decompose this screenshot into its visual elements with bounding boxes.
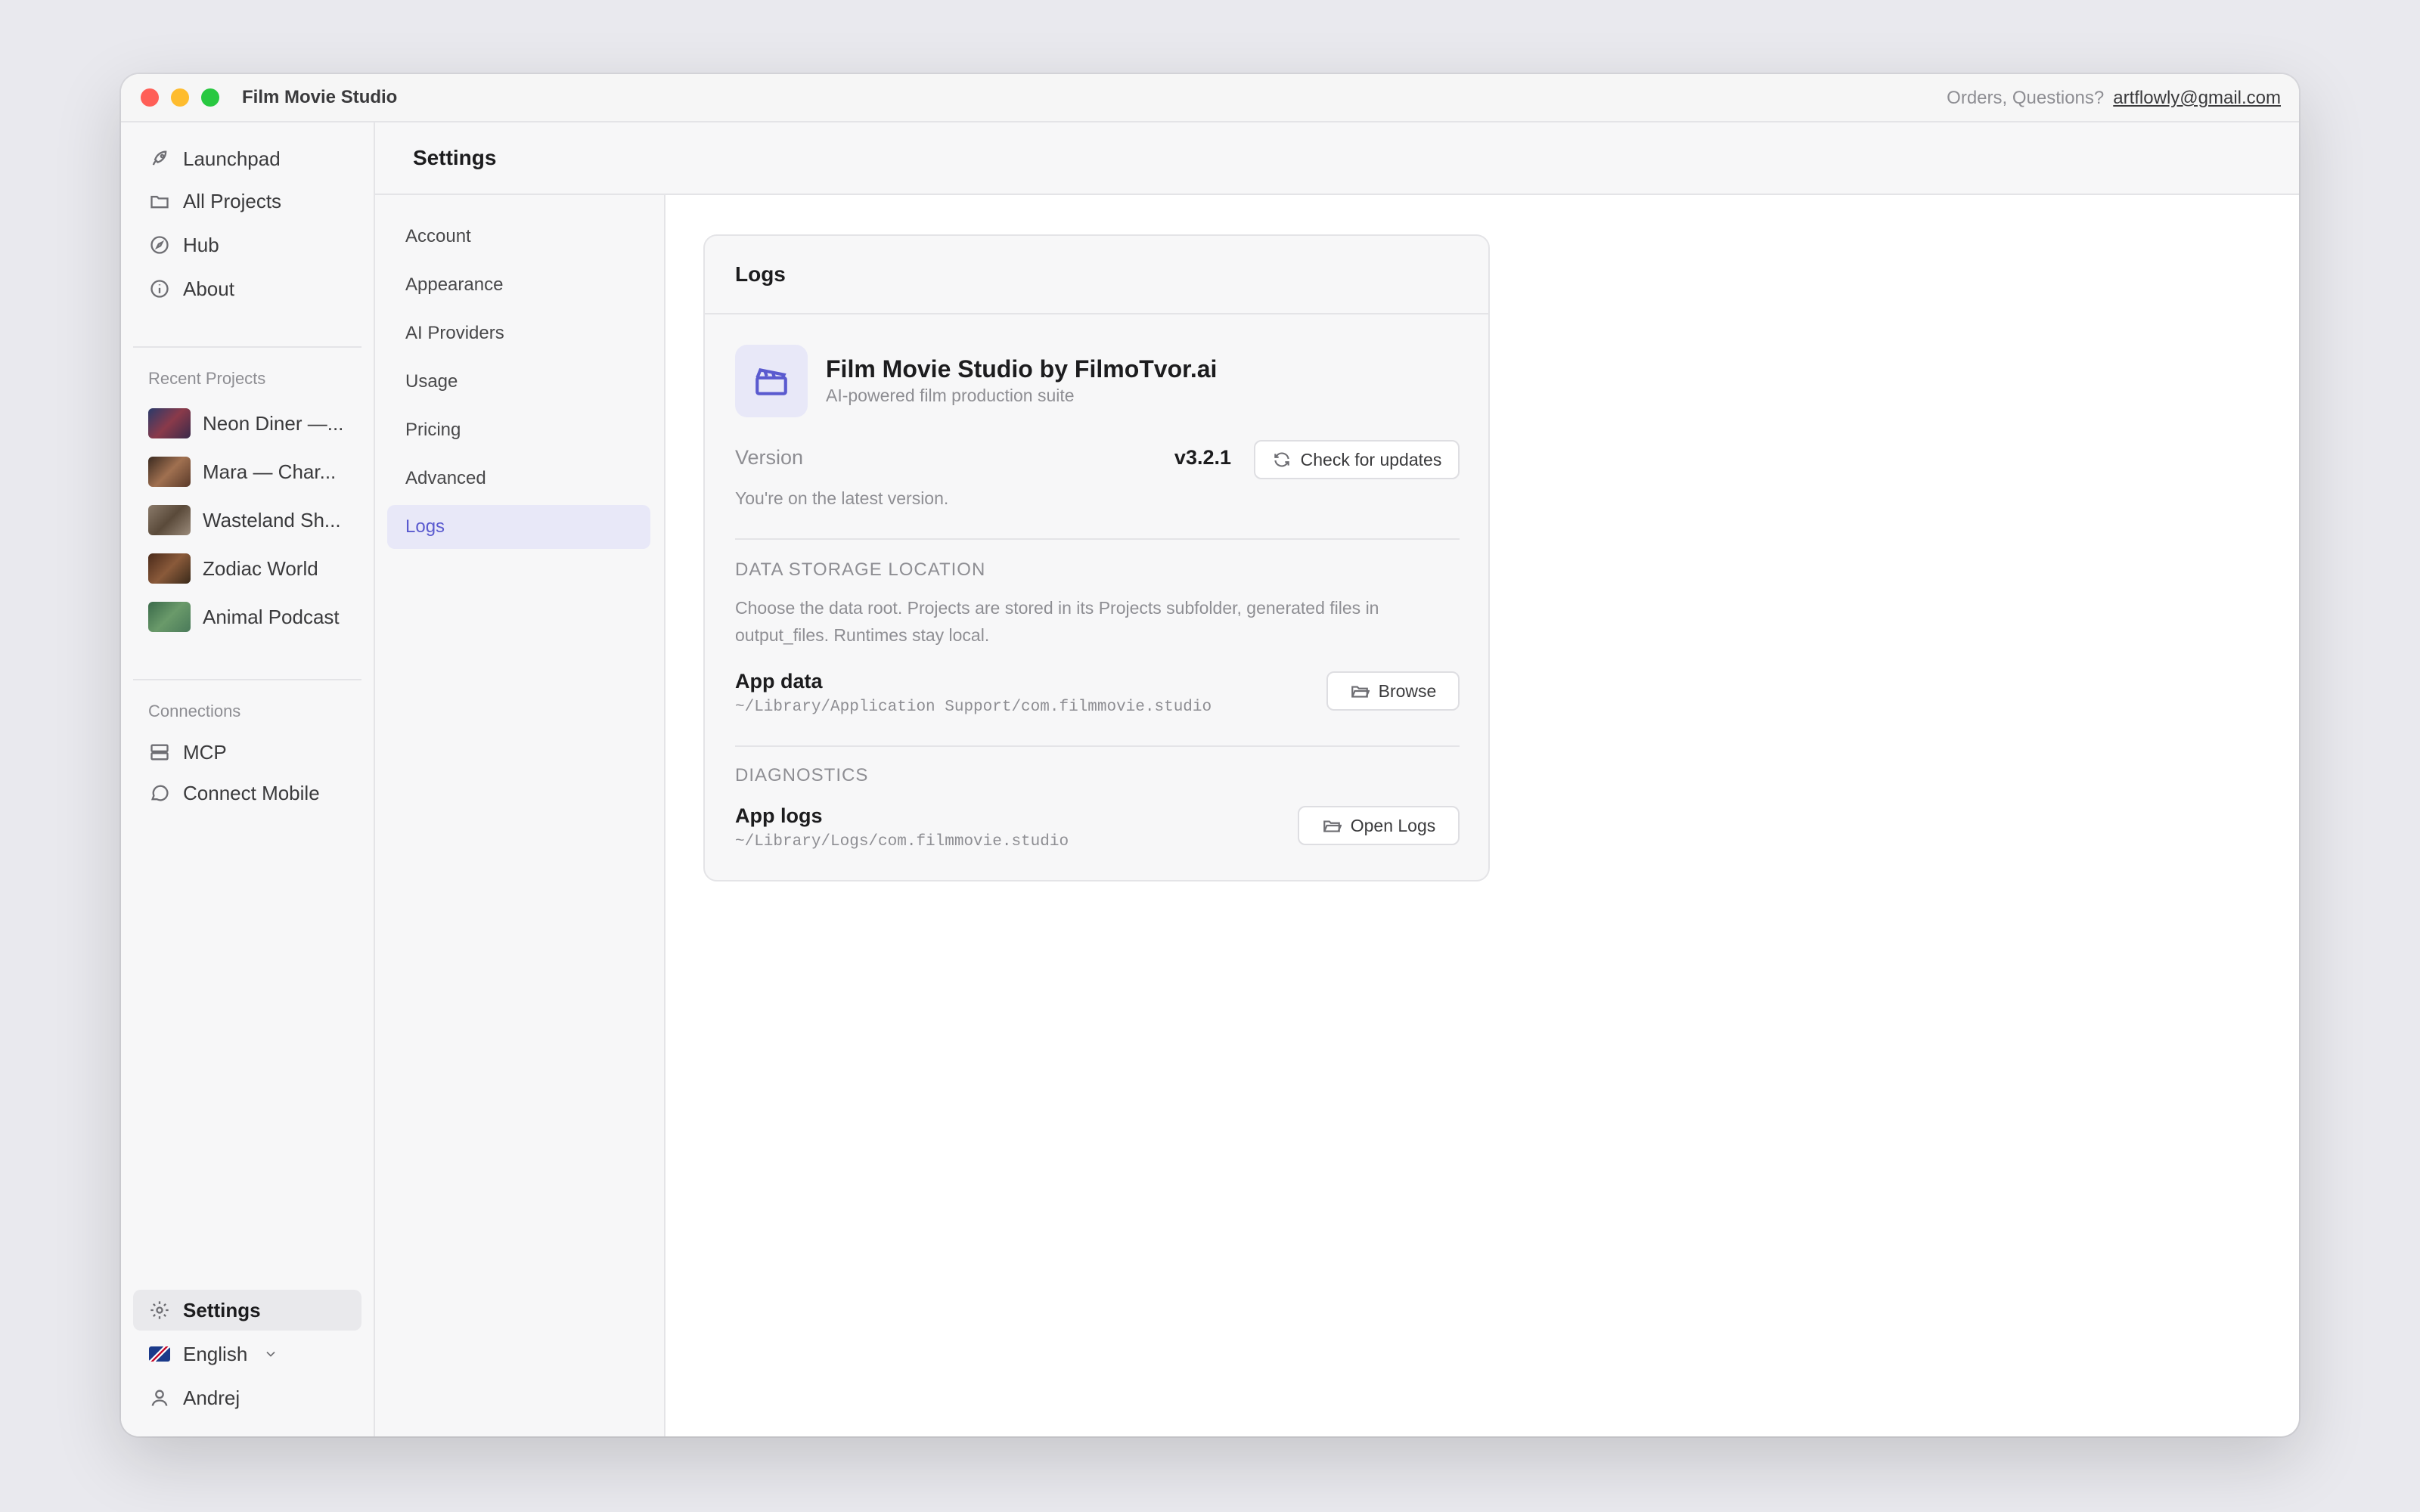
open-logs-button[interactable]: Open Logs [1298,806,1460,845]
uk-flag-icon [148,1343,171,1365]
contact-info: Orders, Questions? artflowly@gmail.com [1947,88,2281,109]
sidebar-item-label: All Projects [183,189,282,212]
contact-email-link[interactable]: artflowly@gmail.com [2113,88,2281,109]
sidebar-item-label: Connect Mobile [183,781,320,804]
folder-open-icon [1351,686,1370,698]
message-icon [148,782,171,804]
app-logs-path: ~/Library/Logs/com.filmmovie.studio [735,833,1069,850]
rocket-icon [148,147,171,170]
chevron-down-icon [259,1343,282,1365]
compass-icon [148,234,171,256]
logs-card: Logs Film Movie Studio by FilmoTvor.ai A… [703,234,1490,881]
card-divider [735,745,1460,747]
sidebar-item-about[interactable]: About [133,268,361,309]
settings-tab-account[interactable]: Account [387,215,650,259]
sidebar-item-label: About [183,277,234,300]
recent-project-item[interactable]: Mara — Char... [148,455,360,488]
settings-tab-pricing[interactable]: Pricing [387,408,650,452]
settings-tab-advanced[interactable]: Advanced [387,457,650,500]
app-subtitle: AI-powered film production suite [826,386,1075,405]
recent-project-item[interactable]: Neon Diner —... [148,407,360,440]
browse-button[interactable]: Browse [1326,671,1460,711]
recent-project-label: Zodiac World [203,556,318,580]
sidebar-item-connect-mobile[interactable]: Connect Mobile [133,773,361,813]
card-title: Logs [705,236,1488,314]
recent-project-label: Mara — Char... [203,460,337,483]
settings-tab-usage[interactable]: Usage [387,360,650,404]
sidebar-item-all-projects[interactable]: All Projects [133,181,361,222]
sidebar-item-label: Launchpad [183,147,281,170]
recent-project-label: Neon Diner —... [203,411,344,435]
folder-icon [148,190,171,212]
settings-tab-appearance[interactable]: Appearance [387,263,650,307]
project-thumbnail [148,553,191,584]
app-name: Film Movie Studio by FilmoTvor.ai [826,355,1218,383]
recent-project-item[interactable]: Animal Podcast [148,600,360,634]
settings-tab-logs[interactable]: Logs [387,505,650,549]
update-status: You're on the latest version. [735,488,949,508]
sidebar-item-mcp[interactable]: MCP [133,732,361,773]
version-value: v3.2.1 [1174,446,1231,469]
refresh-icon [1274,452,1289,467]
app-data-path: ~/Library/Application Support/com.filmmo… [735,699,1212,716]
settings-tab-ai-providers[interactable]: AI Providers [387,311,650,355]
app-title: Film Movie Studio [242,87,398,107]
sidebar-item-launchpad[interactable]: Launchpad [133,138,361,179]
minimize-window-button[interactable] [171,88,189,107]
language-label: English [183,1342,248,1365]
title-bar: Film Movie Studio Orders, Questions? art… [121,74,2299,122]
contact-label: Orders, Questions? [1947,88,2105,108]
sidebar-divider [133,346,361,348]
project-thumbnail [148,408,191,438]
check-updates-button[interactable]: Check for updates [1254,440,1460,479]
browse-label: Browse [1378,680,1437,701]
app-logs-label: App logs [735,804,823,827]
window-controls [141,88,219,107]
sidebar-item-hub[interactable]: Hub [133,225,361,265]
card-divider [735,538,1460,540]
language-selector[interactable]: English [133,1334,361,1374]
sidebar-item-user[interactable]: Andrej [133,1377,361,1418]
gear-icon [148,1299,171,1321]
project-thumbnail [148,457,191,487]
diagnostics-section-title: DIAGNOSTICS [735,765,869,785]
open-logs-label: Open Logs [1350,815,1436,835]
zoom-window-button[interactable] [201,88,219,107]
sidebar-item-label: Hub [183,233,219,256]
app-window: Film Movie Studio Orders, Questions? art… [121,74,2299,1436]
info-icon [148,277,171,300]
storage-section-title: DATA STORAGE LOCATION [735,559,986,580]
clapperboard-icon [735,345,808,417]
sidebar-item-label: Settings [183,1298,261,1321]
storage-description: Choose the data root. Projects are store… [735,598,1379,645]
connections-heading: Connections [148,702,241,720]
project-thumbnail [148,602,191,632]
version-label: Version [735,446,804,469]
sidebar-item-label: MCP [183,740,227,764]
sidebar-item-settings[interactable]: Settings [133,1290,361,1331]
app-data-label: App data [735,670,823,692]
sidebar-divider [133,679,361,680]
user-icon [148,1387,171,1409]
recent-project-label: Animal Podcast [203,605,340,628]
project-thumbnail [148,505,191,535]
folder-open-icon [1323,820,1342,832]
check-updates-label: Check for updates [1300,449,1442,469]
server-icon [148,741,171,764]
close-window-button[interactable] [141,88,159,107]
recent-project-item[interactable]: Zodiac World [148,552,360,585]
recent-project-label: Wasteland Sh... [203,508,341,531]
recent-projects-heading: Recent Projects [148,369,266,388]
user-name: Andrej [183,1386,240,1409]
page-title: Settings [375,122,2299,195]
recent-project-item[interactable]: Wasteland Sh... [148,503,360,537]
